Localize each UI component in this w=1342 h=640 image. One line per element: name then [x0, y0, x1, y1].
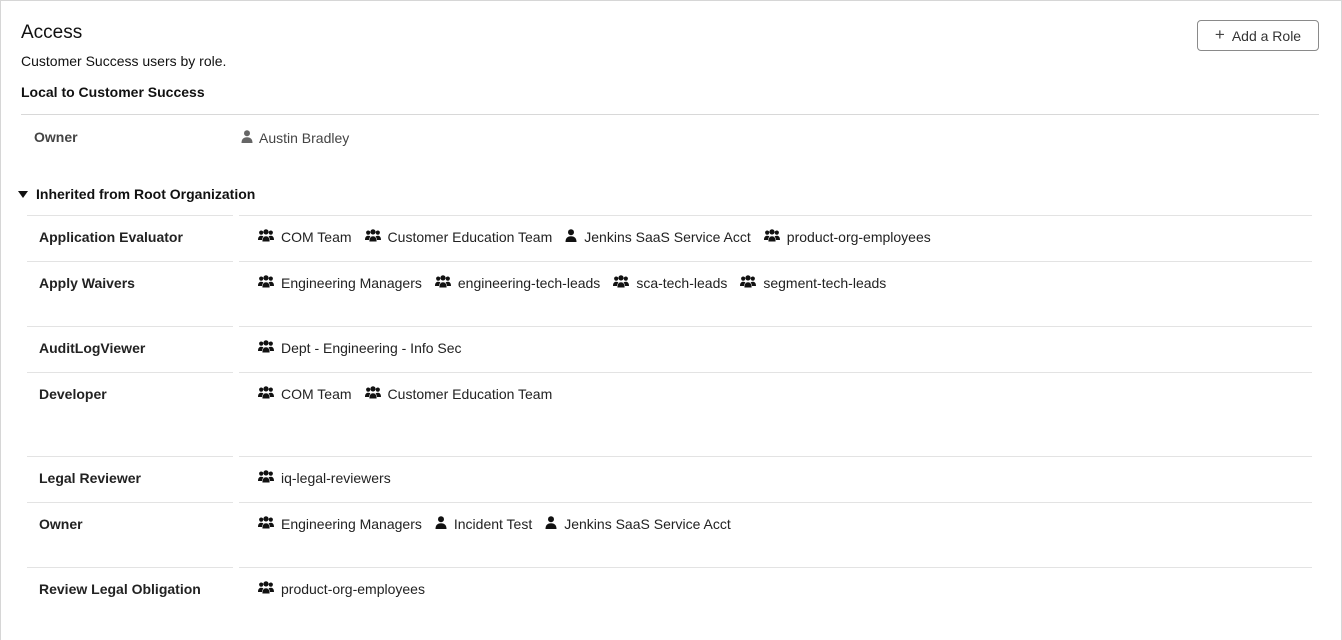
- users-group-icon: [258, 386, 274, 402]
- role-label: Application Evaluator: [39, 229, 183, 245]
- role-members: Dept - Engineering - Info Sec: [258, 340, 475, 356]
- member-name: Engineering Managers: [281, 275, 422, 291]
- member-name: Jenkins SaaS Service Acct: [564, 516, 731, 532]
- member-name: Jenkins SaaS Service Acct: [584, 229, 751, 245]
- add-role-label: Add a Role: [1231, 27, 1302, 44]
- user-icon: [241, 130, 253, 146]
- row-divider: [27, 502, 233, 503]
- member-name: COM Team: [281, 386, 352, 402]
- row-divider: [27, 456, 233, 457]
- member-name: Austin Bradley: [259, 130, 350, 146]
- role-label: Developer: [39, 386, 107, 402]
- plus-icon: +: [1214, 25, 1225, 44]
- role-members: iq-legal-reviewers: [258, 470, 404, 486]
- group-member[interactable]: engineering-tech-leads: [434, 275, 601, 291]
- row-divider: [27, 261, 233, 262]
- row-divider: [27, 567, 233, 568]
- group-member[interactable]: sca-tech-leads: [613, 275, 727, 291]
- users-group-icon: [258, 340, 274, 356]
- users-group-icon: [258, 516, 274, 532]
- users-group-icon: [364, 229, 381, 245]
- role-label: Legal Reviewer: [39, 470, 141, 486]
- add-role-button[interactable]: + Add a Role: [1197, 20, 1319, 51]
- member-name: product-org-employees: [786, 229, 931, 245]
- users-group-icon: [258, 581, 274, 597]
- users-group-icon: [258, 470, 274, 486]
- users-group-icon: [613, 275, 630, 291]
- user-icon: [435, 516, 447, 532]
- role-label: Owner: [39, 516, 83, 532]
- member-name: iq-legal-reviewers: [281, 470, 391, 486]
- member-name: Dept - Engineering - Info Sec: [281, 340, 462, 356]
- row-divider: [239, 215, 1312, 216]
- divider: [21, 114, 1319, 115]
- row-divider: [239, 261, 1312, 262]
- page-subtitle: Customer Success users by role.: [21, 53, 227, 69]
- row-divider: [27, 372, 233, 373]
- role-members: COM Team Customer Education Team Jenkins S…: [258, 229, 944, 245]
- member-name: engineering-tech-leads: [457, 275, 601, 291]
- row-divider: [27, 326, 233, 327]
- member-name: sca-tech-leads: [636, 275, 728, 291]
- inherited-section-label: Inherited from Root Organization: [36, 186, 256, 202]
- group-member[interactable]: Customer Education Team: [364, 229, 553, 245]
- users-group-icon: [763, 229, 780, 245]
- group-member[interactable]: product-org-employees: [258, 581, 425, 597]
- group-member[interactable]: Customer Education Team: [364, 386, 553, 402]
- users-group-icon: [740, 275, 757, 291]
- local-role-member[interactable]: Austin Bradley: [241, 130, 349, 146]
- group-member[interactable]: Engineering Managers: [258, 275, 422, 291]
- member-name: Incident Test: [453, 516, 533, 532]
- inherited-section-toggle[interactable]: Inherited from Root Organization: [18, 186, 255, 202]
- member-name: Engineering Managers: [281, 516, 422, 532]
- row-divider: [239, 326, 1312, 327]
- user-member[interactable]: Jenkins SaaS Service Acct: [545, 516, 731, 532]
- member-name: product-org-employees: [281, 581, 425, 597]
- role-members: Engineering Managers engineering-tech-lea…: [258, 275, 899, 291]
- users-group-icon: [258, 275, 274, 291]
- group-member[interactable]: product-org-employees: [763, 229, 931, 245]
- user-member[interactable]: Jenkins SaaS Service Acct: [565, 229, 751, 245]
- group-member[interactable]: Engineering Managers: [258, 516, 422, 532]
- row-divider: [239, 567, 1312, 568]
- users-group-icon: [258, 229, 274, 245]
- group-member[interactable]: COM Team: [258, 229, 352, 245]
- member-name: segment-tech-leads: [763, 275, 887, 291]
- role-members: COM Team Customer Education Team: [258, 386, 565, 402]
- users-group-icon: [434, 275, 451, 291]
- group-member[interactable]: Dept - Engineering - Info Sec: [258, 340, 462, 356]
- caret-down-icon: [18, 190, 28, 198]
- role-label: Apply Waivers: [39, 275, 135, 291]
- row-divider: [239, 502, 1312, 503]
- local-section-heading: Local to Customer Success: [21, 84, 205, 100]
- member-name: COM Team: [281, 229, 352, 245]
- role-members: product-org-employees: [258, 581, 438, 597]
- row-divider: [239, 456, 1312, 457]
- row-divider: [27, 215, 233, 216]
- users-group-icon: [364, 386, 381, 402]
- user-icon: [545, 516, 557, 532]
- member-name: Customer Education Team: [387, 229, 553, 245]
- group-member[interactable]: iq-legal-reviewers: [258, 470, 391, 486]
- role-label: Review Legal Obligation: [39, 581, 201, 597]
- group-member[interactable]: COM Team: [258, 386, 352, 402]
- role-members: Engineering Managers Incident Test Jenkins…: [258, 516, 744, 532]
- user-icon: [565, 229, 577, 245]
- role-label: AuditLogViewer: [39, 340, 146, 356]
- local-role-label: Owner: [34, 129, 78, 145]
- group-member[interactable]: segment-tech-leads: [740, 275, 886, 291]
- row-divider: [239, 372, 1312, 373]
- page-title: Access: [21, 22, 83, 43]
- member-name: Customer Education Team: [387, 386, 553, 402]
- user-member[interactable]: Incident Test: [435, 516, 532, 532]
